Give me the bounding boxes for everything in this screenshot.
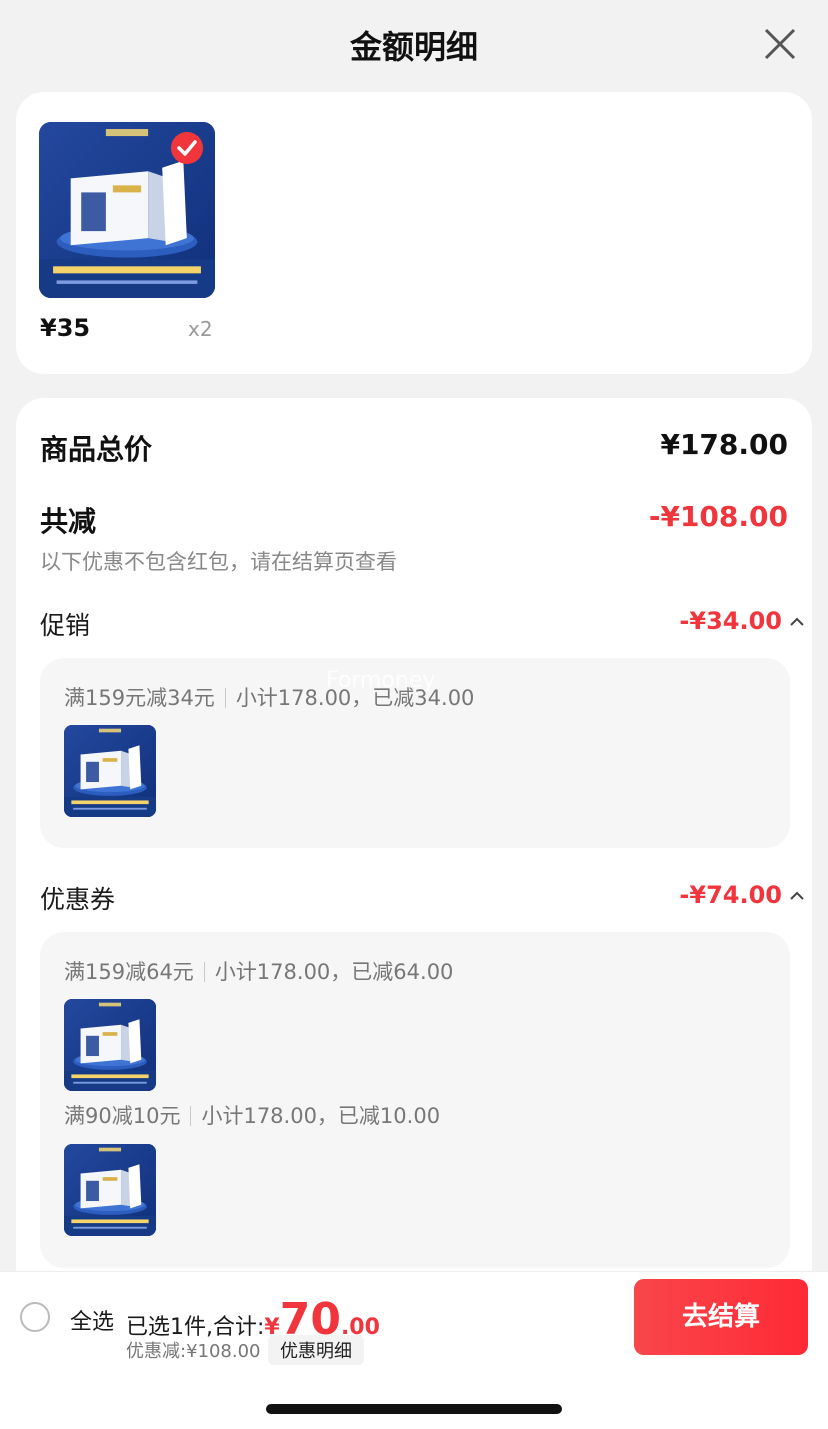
coupon-rule: 满90减10元 小计178.00，已减10.00 xyxy=(64,1100,440,1130)
checkout-button[interactable]: 去结算 xyxy=(634,1279,808,1355)
coupon-rule-text: 满90减10元 xyxy=(64,1104,181,1128)
divider xyxy=(224,688,226,708)
promotion-rule-text: 满159元减34元 xyxy=(64,686,215,710)
reduce-value: -¥108.00 xyxy=(648,500,788,533)
divider xyxy=(203,962,205,982)
selected-check-icon xyxy=(171,132,203,164)
coupon-label: 优惠券 xyxy=(40,885,116,914)
discount-detail-button[interactable]: 优惠明细 xyxy=(268,1335,364,1365)
coupon-rule-text: 满159减64元 xyxy=(64,960,194,984)
watermark: Formoney xyxy=(326,668,436,693)
chevron-up-icon[interactable] xyxy=(788,890,806,902)
close-icon[interactable] xyxy=(762,26,798,62)
select-all-label[interactable]: 全选 xyxy=(70,1304,114,1336)
promotion-label: 促销 xyxy=(40,611,91,640)
total-label: 商品总价 xyxy=(40,433,153,466)
product-price: ¥35 xyxy=(40,314,91,342)
amount-detail-card: 商品总价 ¥178.00 共减 -¥108.00 以下优惠不包含红包，请在结算页… xyxy=(16,398,812,1298)
product-card: ¥35 x2 xyxy=(16,92,812,374)
promotion-value[interactable]: -¥34.00 xyxy=(679,607,782,635)
reduce-label: 共减 xyxy=(40,505,97,538)
coupon-box: 满159减64元 小计178.00，已减64.00 满90减10元 小计178.00… xyxy=(40,932,790,1268)
coupon-subtotal: 小计178.00，已减10.00 xyxy=(201,1104,441,1128)
header: 金额明细 xyxy=(0,0,828,88)
chevron-up-icon[interactable] xyxy=(788,616,806,628)
discount-summary: 优惠减:¥108.00 xyxy=(126,1341,261,1362)
home-indicator xyxy=(266,1404,562,1414)
divider xyxy=(190,1106,192,1126)
coupon-rule: 满159减64元 小计178.00，已减64.00 xyxy=(64,956,453,986)
total-value: ¥178.00 xyxy=(660,428,788,461)
product-quantity: x2 xyxy=(188,317,213,341)
coupon-product-image xyxy=(64,999,156,1091)
coupon-subtotal: 小计178.00，已减64.00 xyxy=(214,960,454,984)
coupon-value[interactable]: -¥74.00 xyxy=(679,881,782,909)
promotion-product-image xyxy=(64,725,156,817)
select-all-radio[interactable] xyxy=(20,1302,50,1332)
checkout-bar: 全选 已选1件,合计:¥70.00 优惠减:¥108.00 优惠明细 去结算 xyxy=(0,1271,828,1429)
coupon-product-image xyxy=(64,1144,156,1236)
reduce-note: 以下优惠不包含红包，请在结算页查看 xyxy=(40,550,397,574)
page-title: 金额明细 xyxy=(349,28,478,66)
